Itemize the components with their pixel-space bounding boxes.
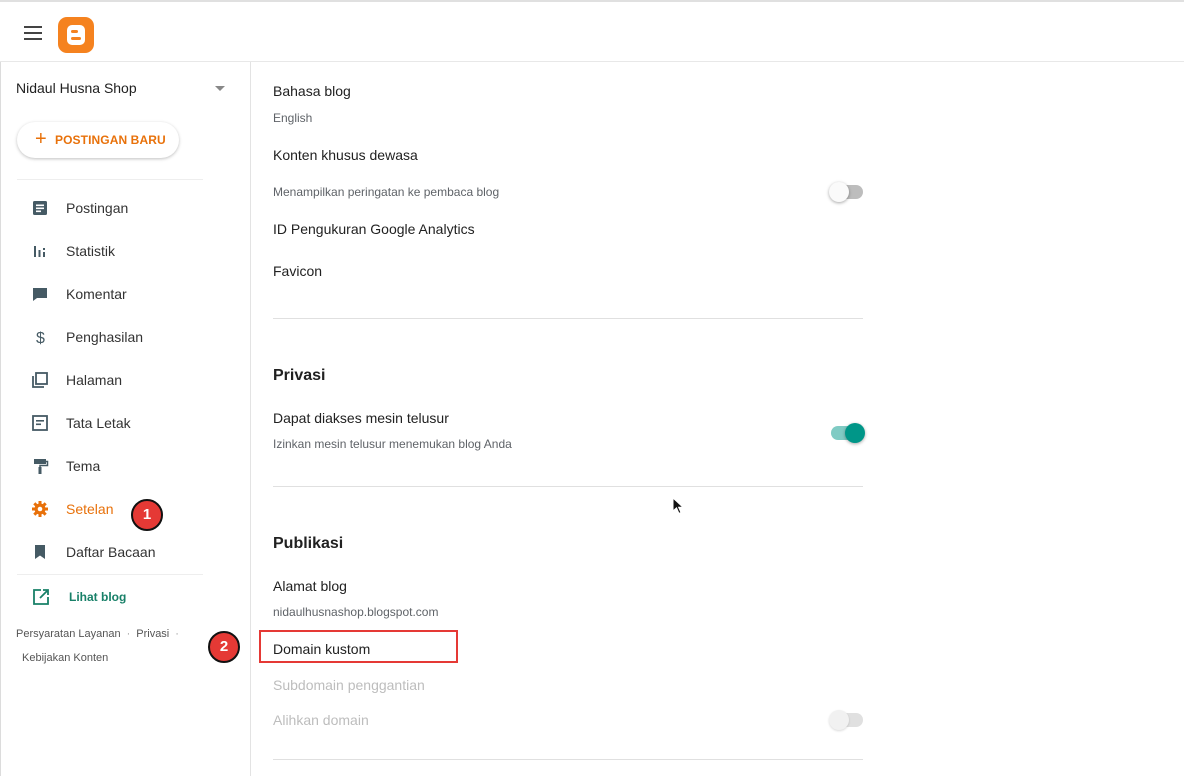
view-blog-label: Lihat blog <box>69 590 127 604</box>
bookmark-icon <box>31 543 49 561</box>
pages-icon <box>31 371 49 389</box>
sidebar-item-halaman[interactable]: Halaman <box>17 362 217 398</box>
hamburger-menu-icon[interactable] <box>24 26 42 40</box>
comment-icon <box>31 285 49 303</box>
sidebar-item-label: Komentar <box>66 286 127 302</box>
setting-blog-address-value: nidaulhusnashop.blogspot.com <box>273 605 439 619</box>
sidebar-item-setelan[interactable]: Setelan <box>17 491 217 527</box>
step-badge-1: 1 <box>131 499 163 531</box>
setting-analytics-label[interactable]: ID Pengukuran Google Analytics <box>273 221 475 237</box>
new-post-button[interactable]: + POSTINGAN BARU <box>17 122 179 158</box>
mouse-pointer-icon <box>672 496 685 520</box>
section-divider <box>273 486 863 487</box>
privacy-heading: Privasi <box>273 367 326 384</box>
publishing-heading: Publikasi <box>273 535 344 552</box>
view-blog-link[interactable]: Lihat blog <box>17 578 217 614</box>
setting-searchable-desc: Izinkan mesin telusur menemukan blog And… <box>273 437 512 451</box>
setting-language-value: English <box>273 111 313 125</box>
svg-text:$: $ <box>36 330 45 346</box>
layout-icon <box>31 414 49 432</box>
toggle-thumb <box>829 182 849 202</box>
setting-language-label[interactable]: Bahasa blog <box>273 83 351 99</box>
blog-selector[interactable]: Nidaul Husna Shop <box>16 80 228 96</box>
stats-icon <box>31 242 49 260</box>
footer-links: Persyaratan Layanan · Privasi · Kebijakan K… <box>16 622 206 670</box>
setting-favicon-label[interactable]: Favicon <box>273 263 322 279</box>
top-app-bar <box>0 0 1184 62</box>
sidebar-item-penghasilan[interactable]: $ Penghasilan <box>17 319 217 355</box>
setting-adult-desc: Menampilkan peringatan ke pembaca blog <box>273 185 500 199</box>
setting-redirect-domain: Alihkan domain <box>273 712 369 728</box>
sidebar-item-statistik[interactable]: Statistik <box>17 233 217 269</box>
step-badge-2: 2 <box>208 631 240 663</box>
setting-adult-label: Konten khusus dewasa <box>273 147 418 163</box>
setting-blog-address-label[interactable]: Alamat blog <box>273 578 347 594</box>
search-engine-toggle[interactable] <box>831 423 865 443</box>
sidebar-item-label: Tema <box>66 458 101 474</box>
toggle-thumb <box>829 710 849 730</box>
dollar-icon: $ <box>31 328 49 347</box>
sidebar: Nidaul Husna Shop + POSTINGAN BARU Posti… <box>0 62 251 776</box>
content-policy-link[interactable]: Kebijakan Konten <box>16 652 108 664</box>
sidebar-divider <box>17 179 203 180</box>
privacy-link[interactable]: Privasi <box>136 628 169 640</box>
open-external-icon <box>32 588 50 611</box>
section-divider <box>273 318 863 319</box>
dropdown-caret-icon <box>215 86 225 91</box>
sidebar-item-postingan[interactable]: Postingan <box>17 190 217 226</box>
redirect-domain-toggle <box>829 710 863 730</box>
sidebar-item-komentar[interactable]: Komentar <box>17 276 217 312</box>
sidebar-item-label: Halaman <box>66 372 123 388</box>
adult-content-toggle[interactable] <box>829 182 863 202</box>
separator-dot: · <box>175 628 179 640</box>
sidebar-divider <box>17 574 203 575</box>
sidebar-item-label: Tata Letak <box>66 415 131 431</box>
new-post-label: POSTINGAN BARU <box>55 133 166 147</box>
blogger-logo[interactable] <box>58 17 94 53</box>
sidebar-item-label: Statistik <box>66 243 116 259</box>
sidebar-item-tata-letak[interactable]: Tata Letak <box>17 405 217 441</box>
gear-icon <box>31 500 49 518</box>
posts-icon <box>31 199 49 217</box>
blog-name: Nidaul Husna Shop <box>16 80 137 96</box>
section-divider <box>273 759 863 760</box>
separator-dot: · <box>126 628 131 640</box>
custom-domain-highlight <box>259 630 458 663</box>
plus-icon: + <box>35 128 47 150</box>
sidebar-item-label: Penghasilan <box>66 329 144 345</box>
sidebar-item-label: Setelan <box>66 501 114 517</box>
paint-roller-icon <box>31 457 49 475</box>
sidebar-item-daftar-bacaan[interactable]: Daftar Bacaan <box>17 534 217 570</box>
setting-fallback-subdomain: Subdomain penggantian <box>273 677 425 693</box>
sidebar-item-label: Daftar Bacaan <box>66 544 156 560</box>
sidebar-item-label: Postingan <box>66 200 129 216</box>
toggle-thumb <box>845 423 865 443</box>
sidebar-item-tema[interactable]: Tema <box>17 448 217 484</box>
terms-link[interactable]: Persyaratan Layanan <box>16 628 121 640</box>
setting-searchable-label: Dapat diakses mesin telusur <box>273 410 449 426</box>
